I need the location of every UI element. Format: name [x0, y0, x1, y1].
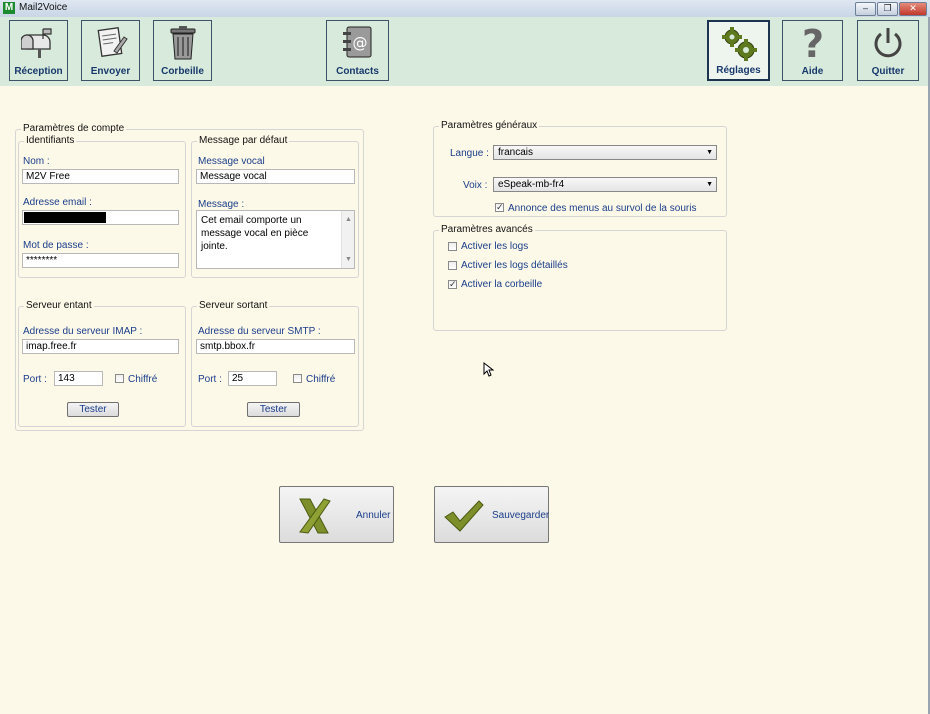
smtp-encrypted-checkbox[interactable] — [293, 374, 302, 383]
svg-text:?: ? — [801, 25, 823, 63]
incoming-server-title: Serveur entant — [24, 300, 94, 311]
restore-button[interactable]: ❐ — [877, 2, 898, 16]
envoyer-label: Envoyer — [90, 66, 131, 77]
email-redaction — [24, 212, 106, 223]
cancel-label: Annuler — [356, 510, 391, 521]
quitter-label: Quitter — [871, 66, 905, 77]
reception-button[interactable]: Réception — [9, 20, 68, 81]
save-check-icon — [444, 500, 484, 532]
cancel-button[interactable]: Annuler — [279, 486, 394, 543]
help-question-icon: ? — [801, 25, 823, 63]
mouse-cursor-icon — [483, 362, 494, 377]
detailed-logs-label: Activer les logs détaillés — [461, 260, 568, 271]
smtp-address-label: Adresse du serveur SMTP : — [198, 326, 321, 337]
smtp-port-input[interactable]: 25 — [228, 371, 277, 386]
default-message-title: Message par défaut — [197, 135, 290, 146]
email-input[interactable] — [22, 210, 179, 225]
toolbar: Réception Envoyer Corbeille @ Contacts R… — [0, 17, 930, 86]
advanced-settings-title: Paramètres avancés — [439, 224, 535, 235]
imap-encrypted-checkbox[interactable] — [115, 374, 124, 383]
compose-icon — [97, 27, 128, 57]
name-label: Nom : — [23, 156, 50, 167]
voice-label: Voix : — [463, 180, 488, 191]
test-imap-button[interactable]: Tester — [67, 402, 119, 417]
quitter-button[interactable]: Quitter — [857, 20, 919, 81]
smtp-address-input[interactable]: smtp.bbox.fr — [196, 339, 355, 354]
scroll-down-icon[interactable]: ▼ — [345, 253, 352, 266]
credentials-title: Identifiants — [24, 135, 77, 146]
reception-label: Réception — [14, 66, 63, 77]
smtp-encrypted-label: Chiffré — [306, 374, 336, 385]
message-scrollbar[interactable]: ▲ ▼ — [341, 211, 354, 268]
general-settings-title: Paramètres généraux — [439, 120, 540, 131]
svg-text:@: @ — [352, 34, 367, 52]
language-label: Langue : — [450, 148, 489, 159]
voice-select[interactable]: eSpeak-mb-fr4 ▼ — [493, 177, 717, 192]
outgoing-server-title: Serveur sortant — [197, 300, 270, 311]
aide-button[interactable]: ? Aide — [782, 20, 843, 81]
corbeille-label: Corbeille — [161, 66, 204, 77]
cancel-x-icon — [299, 498, 331, 534]
imap-address-input[interactable]: imap.free.fr — [22, 339, 179, 354]
reglages-label: Réglages — [716, 65, 761, 76]
announce-checkbox[interactable]: ✓ — [495, 203, 504, 212]
password-label: Mot de passe : — [23, 240, 89, 251]
gears-icon — [721, 27, 757, 61]
imap-port-label: Port : — [23, 374, 47, 385]
aide-label: Aide — [801, 66, 824, 77]
vocal-message-input[interactable]: Message vocal — [196, 169, 355, 184]
email-label: Adresse email : — [23, 197, 92, 208]
imap-address-label: Adresse du serveur IMAP : — [23, 326, 143, 337]
save-label: Sauvegarder — [492, 510, 550, 521]
envoyer-button[interactable]: Envoyer — [81, 20, 140, 81]
logs-label: Activer les logs — [461, 241, 529, 252]
trash-icon — [170, 26, 195, 60]
contacts-label: Contacts — [336, 66, 379, 77]
app-logo-icon: M — [3, 2, 15, 14]
corbeille-button[interactable]: Corbeille — [153, 20, 212, 81]
title-bar: M Mail2Voice – ❐ ✕ — [0, 0, 930, 18]
language-value: francais — [498, 147, 534, 158]
message-label: Message : — [198, 199, 245, 210]
save-button[interactable]: Sauvegarder — [434, 486, 549, 543]
reglages-button[interactable]: Réglages — [707, 20, 770, 81]
account-settings-title: Paramètres de compte — [21, 123, 127, 134]
vocal-message-label: Message vocal — [198, 156, 265, 167]
chevron-down-icon: ▼ — [706, 181, 713, 188]
contacts-book-icon: @ — [342, 26, 371, 58]
detailed-logs-checkbox[interactable] — [448, 261, 457, 270]
imap-port-input[interactable]: 143 — [54, 371, 103, 386]
message-textarea[interactable]: Cet email comporte un message vocal en p… — [196, 210, 355, 269]
name-input[interactable]: M2V Free — [22, 169, 179, 184]
power-icon — [874, 28, 902, 58]
message-text: Cet email comporte un message vocal en p… — [201, 215, 309, 252]
test-smtp-button[interactable]: Tester — [247, 402, 300, 417]
mailbox-icon — [20, 28, 52, 58]
window-title: Mail2Voice — [19, 2, 68, 13]
trash-checkbox[interactable]: ✓ — [448, 280, 457, 289]
smtp-port-label: Port : — [198, 374, 222, 385]
imap-encrypted-label: Chiffré — [128, 374, 158, 385]
contacts-button[interactable]: @ Contacts — [326, 20, 389, 81]
minimize-button[interactable]: – — [855, 2, 876, 16]
logs-checkbox[interactable] — [448, 242, 457, 251]
password-input[interactable]: ******** — [22, 253, 179, 268]
language-select[interactable]: francais ▼ — [493, 145, 717, 160]
trash-label: Activer la corbeille — [461, 279, 543, 290]
chevron-down-icon: ▼ — [706, 149, 713, 156]
scroll-up-icon[interactable]: ▲ — [345, 213, 352, 226]
close-button[interactable]: ✕ — [899, 2, 927, 16]
voice-value: eSpeak-mb-fr4 — [498, 179, 565, 190]
announce-label: Annonce des menus au survol de la souris — [508, 203, 697, 214]
